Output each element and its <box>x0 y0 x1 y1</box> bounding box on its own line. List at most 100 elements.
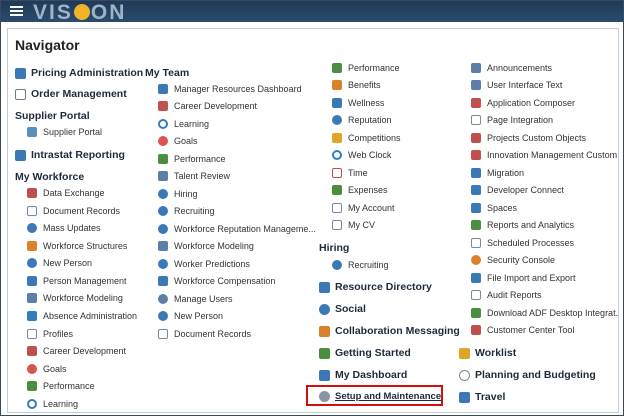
nav-group-social[interactable]: Social <box>319 303 366 315</box>
nav-item-learning[interactable]: Learning <box>27 399 78 409</box>
nav-item-team-workforce-modeling[interactable]: Workforce Modeling <box>158 241 254 251</box>
hamburger-menu-icon[interactable] <box>10 6 23 17</box>
chart-icon <box>158 154 168 164</box>
dashboard-icon <box>158 84 168 94</box>
nav-group-pricing-administration[interactable]: Pricing Administration <box>15 67 143 79</box>
nav-item-spaces[interactable]: Spaces <box>471 203 517 213</box>
nav-item-manage-users[interactable]: Manage Users <box>158 294 233 304</box>
nav-item-col3-performance[interactable]: Performance <box>332 63 400 73</box>
nav-item-performance[interactable]: Performance <box>27 381 95 391</box>
nav-item-web-clock[interactable]: Web Clock <box>332 150 391 160</box>
dashboard-icon <box>319 369 330 381</box>
nav-item-hiring[interactable]: Hiring <box>158 189 198 199</box>
nav-item-profiles[interactable]: Profiles <box>27 329 73 339</box>
chart-icon <box>27 381 37 391</box>
text-icon <box>471 80 481 90</box>
nav-item-time[interactable]: Time <box>332 168 368 178</box>
lock-icon <box>471 255 481 265</box>
nav-item-migration[interactable]: Migration <box>471 168 524 178</box>
nav-item-innovation-management-custom[interactable]: Innovation Management Custom ... <box>471 150 618 160</box>
announcement-icon <box>471 63 481 73</box>
target-icon <box>27 364 37 374</box>
nav-item-projects-custom-objects[interactable]: Projects Custom Objects <box>471 133 586 143</box>
nav-item-scheduled-processes[interactable]: Scheduled Processes <box>471 238 574 248</box>
nav-item-document-records[interactable]: Document Records <box>27 206 120 216</box>
nav-item-expenses[interactable]: Expenses <box>332 185 388 195</box>
nav-item-team-career-development[interactable]: Career Development <box>158 101 257 111</box>
airplane-icon <box>459 391 470 403</box>
nav-item-absence-administration[interactable]: Absence Administration <box>27 311 137 321</box>
vision-logo[interactable]: VIS ON <box>33 2 126 23</box>
nav-item-competitions[interactable]: Competitions <box>332 133 401 143</box>
trophy-icon <box>332 133 342 143</box>
nav-item-supplier-portal[interactable]: Supplier Portal <box>27 127 102 137</box>
document-icon <box>15 88 26 100</box>
reputation-icon <box>332 115 342 125</box>
nav-item-reputation[interactable]: Reputation <box>332 115 392 125</box>
nav-item-data-exchange[interactable]: Data Exchange <box>27 188 105 198</box>
nav-group-my-dashboard[interactable]: My Dashboard <box>319 369 407 381</box>
nav-item-worker-predictions[interactable]: Worker Predictions <box>158 259 250 269</box>
report-icon <box>15 149 26 161</box>
nav-item-developer-connect[interactable]: Developer Connect <box>471 185 564 195</box>
nav-item-team-goals[interactable]: Goals <box>158 136 198 146</box>
modeling-icon <box>158 241 168 251</box>
nav-item-benefits[interactable]: Benefits <box>332 80 381 90</box>
modeling-icon <box>27 293 37 303</box>
nav-item-hiring-recruiting[interactable]: Recruiting <box>332 260 389 270</box>
nav-item-customer-center-tool[interactable]: Customer Center Tool <box>471 325 574 335</box>
nav-item-workforce-structures[interactable]: Workforce Structures <box>27 241 127 251</box>
talent-icon <box>158 171 168 181</box>
nav-item-team-new-person[interactable]: New Person <box>158 311 223 321</box>
nav-item-workforce-compensation[interactable]: Workforce Compensation <box>158 276 275 286</box>
social-icon <box>319 303 330 315</box>
nav-item-announcements[interactable]: Announcements <box>471 63 552 73</box>
person-add-icon <box>27 258 37 268</box>
import-export-icon <box>471 273 481 283</box>
profile-icon <box>27 329 37 339</box>
nav-item-my-cv[interactable]: My CV <box>332 220 375 230</box>
nav-group-getting-started[interactable]: Getting Started <box>319 347 411 359</box>
nav-item-team-document-records[interactable]: Document Records <box>158 329 251 339</box>
table-icon <box>15 67 26 79</box>
tools-icon <box>471 133 481 143</box>
nav-group-worklist[interactable]: Worklist <box>459 347 516 359</box>
person-card-icon <box>27 276 37 286</box>
worklist-icon <box>459 347 470 359</box>
nav-item-download-adf-desktop-integration[interactable]: Download ADF Desktop Integrat... <box>471 308 618 318</box>
nav-item-mass-updates[interactable]: Mass Updates <box>27 223 101 233</box>
nav-item-security-console[interactable]: Security Console <box>471 255 555 265</box>
nav-item-audit-reports[interactable]: Audit Reports <box>471 290 542 300</box>
nav-item-user-interface-text[interactable]: User Interface Text <box>471 80 562 90</box>
nav-group-order-management[interactable]: Order Management <box>15 88 127 100</box>
nav-item-file-import-and-export[interactable]: File Import and Export <box>471 273 576 283</box>
nav-item-recruiting[interactable]: Recruiting <box>158 206 215 216</box>
spaces-icon <box>471 203 481 213</box>
nav-group-travel[interactable]: Travel <box>459 391 505 403</box>
nav-item-team-performance[interactable]: Performance <box>158 154 226 164</box>
nav-item-person-management[interactable]: Person Management <box>27 276 127 286</box>
nav-item-application-composer[interactable]: Application Composer <box>471 98 575 108</box>
nav-item-workforce-reputation-management[interactable]: Workforce Reputation Manageme... <box>158 224 316 234</box>
nav-group-intrastat-reporting[interactable]: Intrastat Reporting <box>15 149 125 161</box>
nav-item-workforce-modeling[interactable]: Workforce Modeling <box>27 293 123 303</box>
nav-item-goals[interactable]: Goals <box>27 364 67 374</box>
nav-item-wellness[interactable]: Wellness <box>332 98 384 108</box>
nav-item-talent-review[interactable]: Talent Review <box>158 171 230 181</box>
nav-group-planning-and-budgeting[interactable]: Planning and Budgeting <box>459 369 596 381</box>
nav-item-manager-resources-dashboard[interactable]: Manager Resources Dashboard <box>158 84 302 94</box>
directory-icon <box>319 281 330 293</box>
nav-item-new-person[interactable]: New Person <box>27 258 92 268</box>
compensation-icon <box>158 276 168 286</box>
nav-group-setup-and-maintenance[interactable]: Setup and Maintenance <box>319 391 441 402</box>
nav-item-page-integration[interactable]: Page Integration <box>471 115 553 125</box>
recruiting-icon <box>332 260 342 270</box>
nav-item-career-development[interactable]: Career Development <box>27 346 126 356</box>
nav-group-resource-directory[interactable]: Resource Directory <box>319 281 432 293</box>
nav-group-collaboration-messaging[interactable]: Collaboration Messaging <box>319 325 460 337</box>
flag-icon <box>319 347 330 359</box>
migration-icon <box>471 168 481 178</box>
nav-item-reports-and-analytics[interactable]: Reports and Analytics <box>471 220 574 230</box>
nav-item-my-account[interactable]: My Account <box>332 203 395 213</box>
nav-item-team-learning[interactable]: Learning <box>158 119 209 129</box>
